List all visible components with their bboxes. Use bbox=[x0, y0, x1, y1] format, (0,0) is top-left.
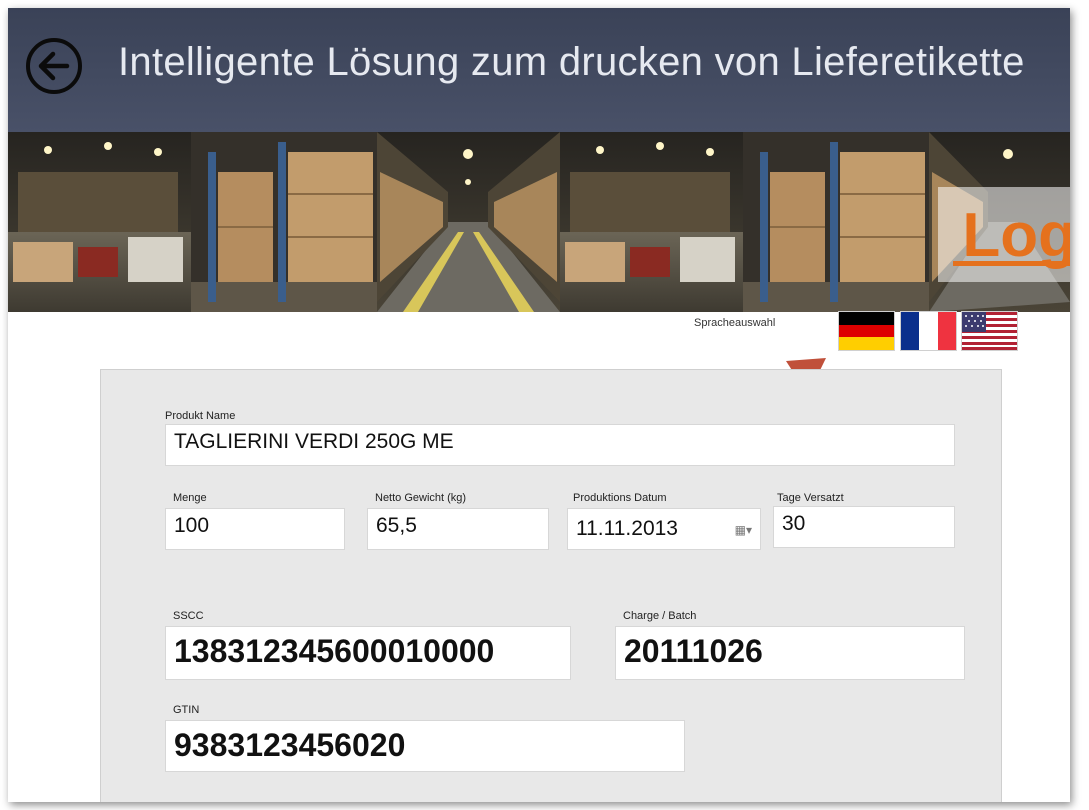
gtin-input[interactable]: 9383123456020 bbox=[165, 720, 685, 772]
charge-batch-label: Charge / Batch bbox=[623, 610, 697, 622]
netto-gewicht-label: Netto Gewicht (kg) bbox=[375, 492, 467, 504]
german-flag-icon bbox=[839, 312, 894, 350]
back-arrow-icon bbox=[38, 51, 70, 81]
product-name-label: Produkt Name bbox=[165, 410, 236, 422]
product-name-input[interactable]: TAGLIERINI VERDI 250G ME bbox=[165, 424, 955, 466]
menge-label: Menge bbox=[173, 492, 207, 504]
charge-batch-input[interactable]: 20111026 bbox=[615, 626, 965, 680]
french-flag-icon bbox=[901, 312, 956, 350]
logo-underline bbox=[953, 261, 1070, 266]
back-button[interactable] bbox=[26, 38, 82, 94]
gtin-label: GTIN bbox=[173, 704, 200, 716]
german-flag-button[interactable] bbox=[838, 311, 895, 351]
tage-versatzt-input[interactable]: 30 bbox=[773, 506, 955, 548]
title-bar: Intelligente Lösung zum drucken von Lief… bbox=[8, 8, 1070, 132]
us-flag-button[interactable] bbox=[961, 311, 1018, 351]
produktions-datum-label: Produktions Datum bbox=[573, 492, 667, 504]
calendar-dropdown-icon[interactable]: ▦▾ bbox=[735, 523, 752, 537]
warehouse-banner: Log bbox=[8, 132, 1070, 312]
sscc-input[interactable]: 138312345600010000 bbox=[165, 626, 571, 680]
produktions-datum-value: 11.11.2013 bbox=[576, 517, 678, 540]
label-form-panel: Produkt Name TAGLIERINI VERDI 250G ME Me… bbox=[100, 369, 1002, 802]
app-window: Intelligente Lösung zum drucken von Lief… bbox=[8, 8, 1070, 802]
menge-input[interactable]: 100 bbox=[165, 508, 345, 550]
warehouse-image bbox=[8, 132, 1070, 312]
us-flag-icon bbox=[962, 312, 1017, 350]
french-flag-button[interactable] bbox=[900, 311, 957, 351]
netto-gewicht-input[interactable]: 65,5 bbox=[367, 508, 549, 550]
sscc-label: SSCC bbox=[173, 610, 204, 622]
language-label: Spracheauswahl bbox=[694, 317, 776, 329]
page-title: Intelligente Lösung zum drucken von Lief… bbox=[118, 40, 1025, 84]
produktions-datum-picker[interactable]: 11.11.2013 ▦▾ bbox=[567, 508, 761, 550]
tage-versatzt-label: Tage Versatzt bbox=[777, 492, 844, 504]
